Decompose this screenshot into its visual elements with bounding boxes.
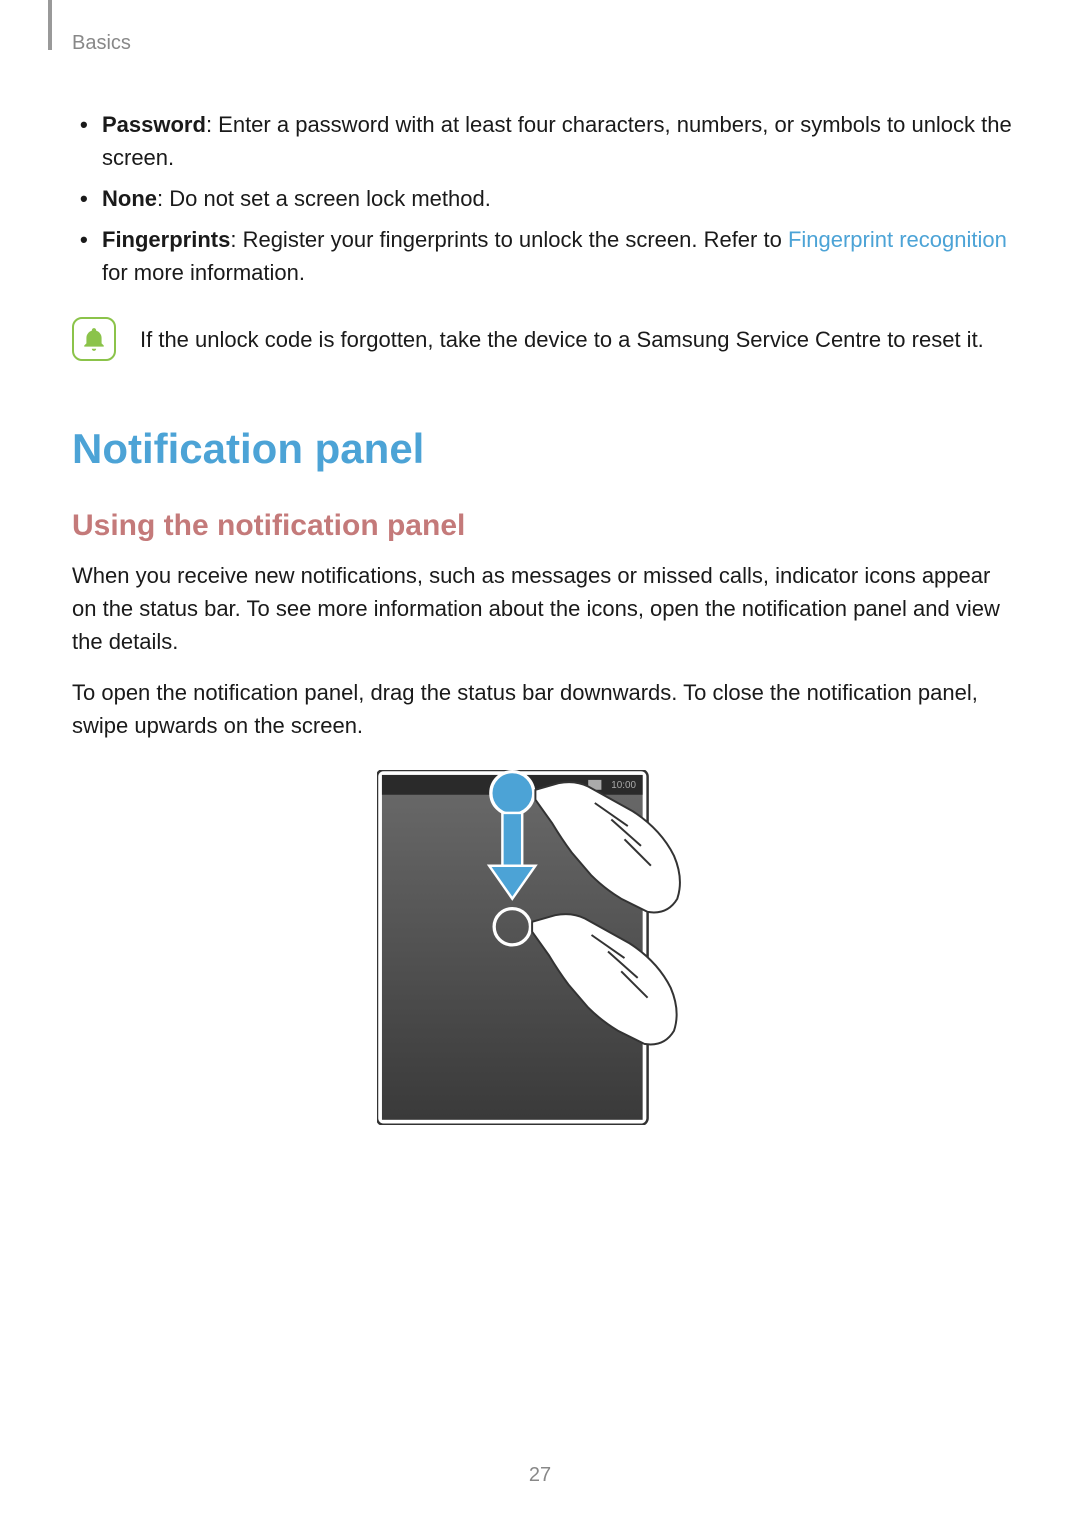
note-block: If the unlock code is forgotten, take th… [72, 317, 1012, 361]
list-item-label: None [102, 186, 157, 211]
section-heading-notification-panel: Notification panel [72, 425, 1012, 473]
paragraph: To open the notification panel, drag the… [72, 676, 1012, 742]
list-item-text: : Enter a password with at least four ch… [102, 112, 1012, 170]
paragraph: When you receive new notifications, such… [72, 559, 1012, 658]
list-item-label: Fingerprints [102, 227, 230, 252]
breadcrumb: Basics [72, 32, 131, 55]
swipe-down-illustration: 10:00 [377, 770, 707, 1125]
illustration-container: 10:00 [72, 770, 1012, 1125]
page-header-tab [48, 0, 52, 50]
list-item-none: None: Do not set a screen lock method. [72, 182, 1012, 215]
fingerprint-recognition-link[interactable]: Fingerprint recognition [788, 227, 1007, 252]
main-content: Password: Enter a password with at least… [72, 108, 1012, 1125]
lock-method-list: Password: Enter a password with at least… [72, 108, 1012, 289]
note-bell-icon [72, 317, 116, 361]
note-text: If the unlock code is forgotten, take th… [140, 317, 984, 356]
list-item-text-after: for more information. [102, 260, 305, 285]
status-time: 10:00 [611, 780, 636, 791]
list-item-text: : Do not set a screen lock method. [157, 186, 491, 211]
page-number: 27 [529, 1464, 551, 1487]
list-item-label: Password [102, 112, 206, 137]
list-item-fingerprints: Fingerprints: Register your fingerprints… [72, 223, 1012, 289]
list-item-text-before: : Register your fingerprints to unlock t… [230, 227, 788, 252]
list-item-password: Password: Enter a password with at least… [72, 108, 1012, 174]
subsection-heading-using: Using the notification panel [72, 509, 1012, 543]
